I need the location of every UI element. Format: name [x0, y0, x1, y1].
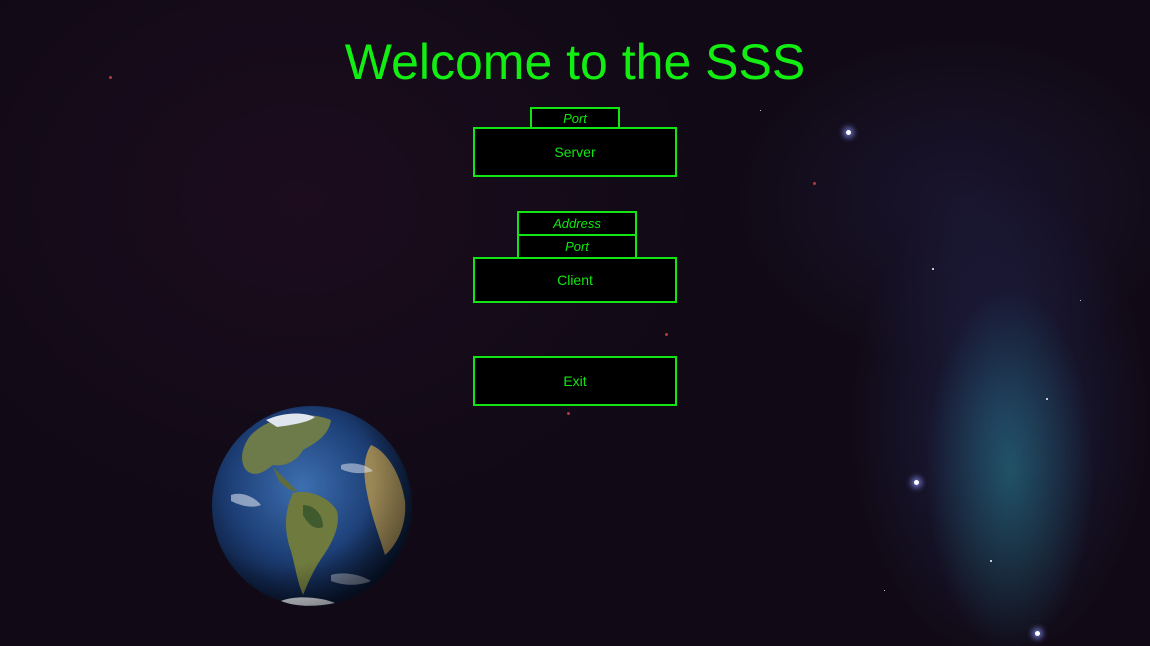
earth-icon — [212, 406, 412, 606]
client-address-input[interactable] — [517, 211, 637, 236]
star — [932, 268, 934, 270]
star — [1046, 398, 1048, 400]
star — [884, 590, 885, 591]
star — [813, 182, 816, 185]
client-port-input[interactable] — [517, 234, 637, 259]
server-port-input[interactable] — [530, 107, 620, 129]
star — [846, 130, 851, 135]
exit-button[interactable]: Exit — [473, 356, 677, 406]
star — [665, 333, 668, 336]
star — [567, 412, 570, 415]
server-button[interactable]: Server — [473, 127, 677, 177]
star — [990, 560, 992, 562]
star — [760, 110, 761, 111]
star — [1080, 300, 1081, 301]
exit-button-label: Exit — [563, 373, 587, 389]
space-background: Welcome to the SSS Server Client Exit — [0, 0, 1150, 646]
client-button-label: Client — [557, 272, 593, 288]
server-button-label: Server — [554, 144, 596, 160]
star — [914, 480, 919, 485]
client-button[interactable]: Client — [473, 257, 677, 303]
page-title: Welcome to the SSS — [344, 34, 806, 90]
star — [1035, 631, 1040, 636]
